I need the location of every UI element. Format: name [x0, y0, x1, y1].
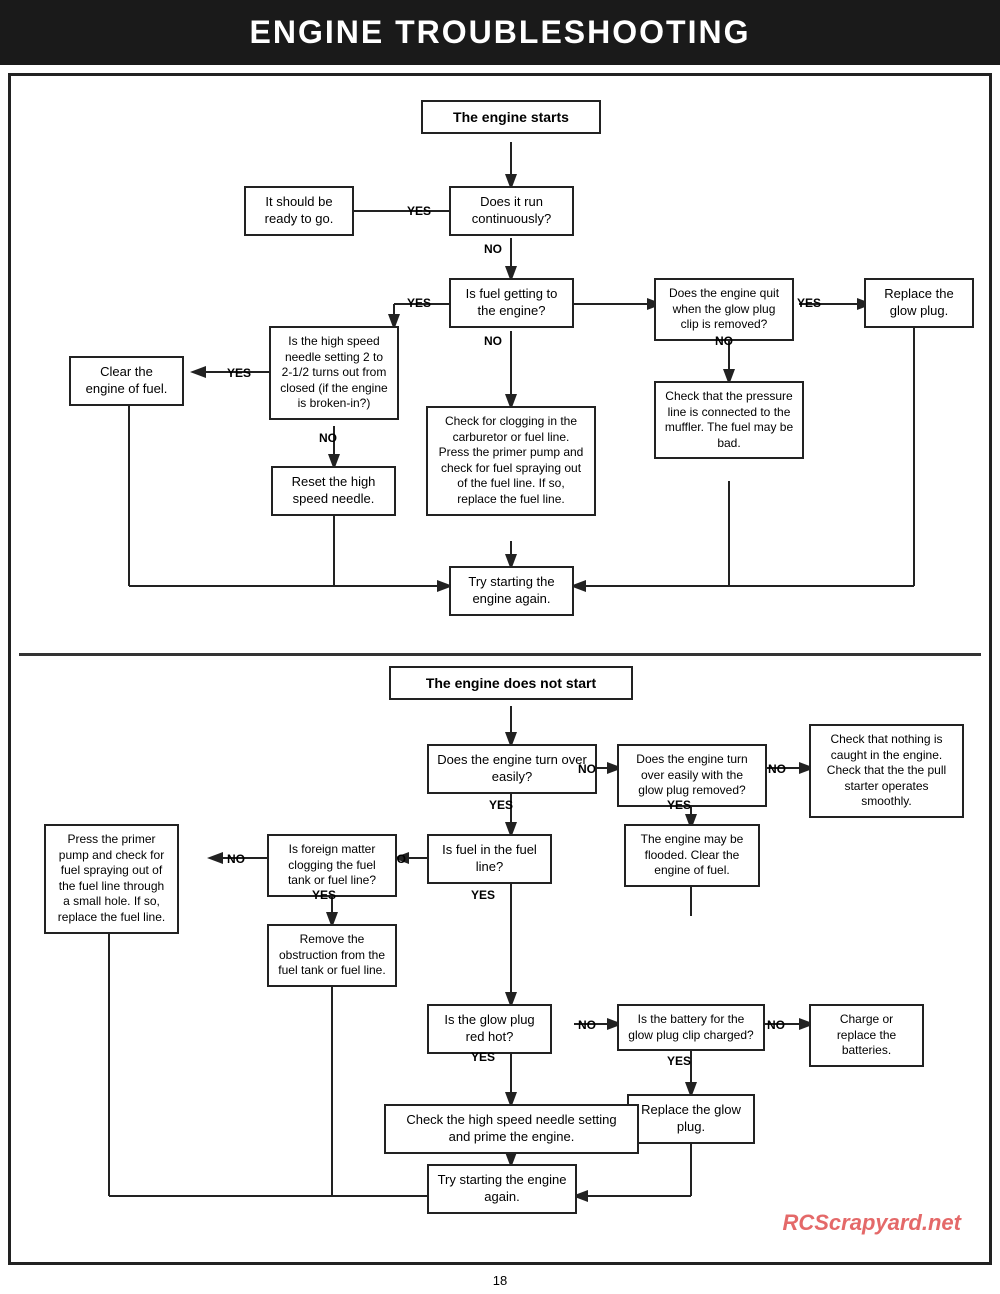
bottom-yes5: YES	[471, 1050, 495, 1064]
bottom-primer-box: Press the primer pump and check for fuel…	[44, 824, 179, 934]
top-section: The engine starts Does it run continuous…	[19, 86, 981, 656]
top-q1: Does it run continuously?	[449, 186, 574, 236]
bottom-q1: Does the engine turn over easily?	[427, 744, 597, 794]
page-number: 18	[0, 1273, 1000, 1288]
bottom-yes2: YES	[667, 798, 691, 812]
bottom-yes3: YES	[471, 888, 495, 902]
bottom-no4: NO	[227, 852, 245, 866]
bottom-start-box: The engine does not start	[389, 666, 633, 700]
top-pressure-box: Check that the pressure line is connecte…	[654, 381, 804, 459]
bottom-charge-box: Charge or replace the batteries.	[809, 1004, 924, 1067]
top-try-box: Try starting the engine again.	[449, 566, 574, 616]
bottom-no1: NO	[578, 762, 596, 776]
bottom-section: The engine does not start Does the engin…	[19, 656, 981, 1256]
top-start-box: The engine starts	[421, 100, 601, 134]
bottom-no6: NO	[767, 1018, 785, 1032]
top-q2: Is fuel getting to the engine?	[449, 278, 574, 328]
top-yes4: YES	[797, 296, 821, 310]
bottom-yes4: YES	[312, 888, 336, 902]
top-q3: Does the engine quit when the glow plug …	[654, 278, 794, 341]
diagram-area: The engine starts Does it run continuous…	[8, 73, 992, 1265]
top-ready-box: It should be ready to go.	[244, 186, 354, 236]
top-no4: NO	[715, 334, 733, 348]
top-yes2: YES	[407, 296, 431, 310]
top-no2: NO	[484, 334, 502, 348]
top-replace-glow-box: Replace the glow plug.	[864, 278, 974, 328]
bottom-remove-box: Remove the obstruction from the fuel tan…	[267, 924, 397, 987]
page-title: ENGINE TROUBLESHOOTING	[0, 0, 1000, 65]
bottom-flooded-box: The engine may be flooded. Clear the eng…	[624, 824, 760, 887]
top-highspeed-box: Is the high speed needle setting 2 to 2-…	[269, 326, 399, 420]
bottom-try-box: Try starting the engine again.	[427, 1164, 577, 1214]
top-no1: NO	[484, 242, 502, 256]
top-no3: NO	[319, 431, 337, 445]
bottom-q5: Is the glow plug red hot?	[427, 1004, 552, 1054]
bottom-q3: Is fuel in the fuel line?	[427, 834, 552, 884]
bottom-no5: NO	[578, 1018, 596, 1032]
bottom-no2: NO	[768, 762, 786, 776]
top-yes1: YES	[407, 204, 431, 218]
top-clog-box: Check for clogging in the carburetor or …	[426, 406, 596, 516]
bottom-replace-glow-box: Replace the glow plug.	[627, 1094, 755, 1144]
watermark: RCScrapyard.net	[782, 1210, 961, 1236]
top-yes3: YES	[227, 366, 251, 380]
bottom-yes6: YES	[667, 1054, 691, 1068]
top-reset-box: Reset the high speed needle.	[271, 466, 396, 516]
bottom-q6: Is the battery for the glow plug clip ch…	[617, 1004, 765, 1051]
bottom-highspeed-box: Check the high speed needle setting and …	[384, 1104, 639, 1154]
bottom-q2: Does the engine turn over easily with th…	[617, 744, 767, 807]
bottom-caught-box: Check that nothing is caught in the engi…	[809, 724, 964, 818]
top-clear-box: Clear the engine of fuel.	[69, 356, 184, 406]
bottom-yes1: YES	[489, 798, 513, 812]
